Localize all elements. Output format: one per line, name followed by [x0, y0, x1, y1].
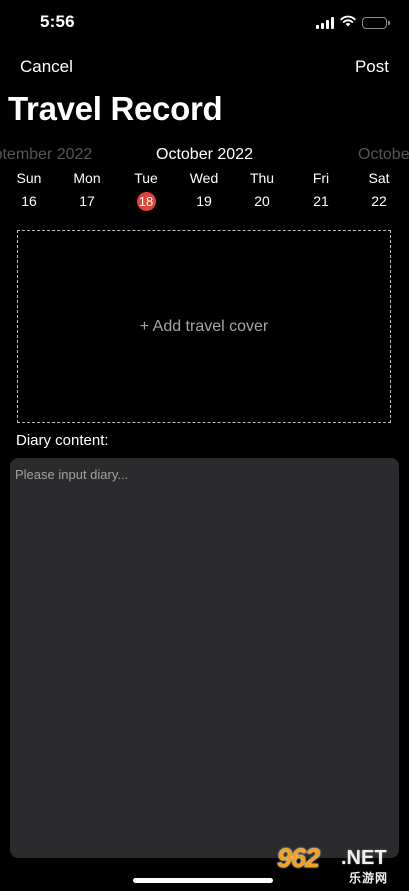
home-indicator[interactable] [133, 878, 273, 883]
wifi-icon [340, 14, 356, 32]
day-mon[interactable]: Mon 17 [62, 170, 112, 211]
day-name: Sun [16, 170, 42, 186]
site-watermark: 962 .NET 乐游网 [271, 843, 403, 887]
selected-day-number: 18 [136, 192, 156, 211]
week-row: Sun 16 Mon 17 Tue 18 Wed 19 Thu 20 Fri 2… [0, 170, 409, 214]
day-name: Wed [189, 170, 219, 186]
day-name: Sat [368, 170, 390, 186]
day-wed[interactable]: Wed 19 [179, 170, 229, 211]
month-strip[interactable]: September 2022 October 2022 October 2022 [0, 146, 409, 166]
cancel-button[interactable]: Cancel [20, 57, 73, 77]
battery-icon [362, 17, 390, 29]
watermark-number: 962 [277, 843, 320, 873]
watermark-suffix: .NET [341, 847, 387, 869]
status-time: 5:56 [40, 12, 75, 31]
diary-content-input[interactable] [10, 458, 399, 858]
day-sat[interactable]: Sat 22 [354, 170, 404, 211]
day-name: Mon [73, 170, 101, 186]
day-number: 21 [313, 193, 329, 209]
day-fri[interactable]: Fri 21 [296, 170, 346, 211]
status-icons [316, 14, 390, 32]
status-bar: 5:56 [0, 0, 409, 46]
day-name: Tue [134, 170, 158, 186]
watermark-cn-text: 乐游网 [349, 871, 389, 885]
nav-bar: Cancel Post [0, 52, 409, 82]
day-number: 20 [254, 193, 270, 209]
next-month-label[interactable]: October 2022 [358, 146, 409, 164]
day-number: 22 [371, 193, 387, 209]
day-tue[interactable]: Tue 18 [121, 170, 171, 211]
add-travel-cover-button[interactable]: + Add travel cover [17, 230, 391, 423]
day-name: Fri [312, 170, 330, 186]
page-title: Travel Record [8, 90, 223, 127]
day-number: 17 [79, 193, 95, 209]
cellular-signal-icon [316, 17, 334, 29]
day-sun[interactable]: Sun 16 [4, 170, 54, 211]
day-number: 19 [196, 193, 212, 209]
diary-content-label: Diary content: [16, 432, 109, 449]
add-travel-cover-label: + Add travel cover [139, 317, 269, 335]
day-thu[interactable]: Thu 20 [237, 170, 287, 211]
day-name: Thu [249, 170, 275, 186]
day-number: 16 [21, 193, 37, 209]
screen: 5:56 Cancel Post Travel Record September… [0, 0, 409, 891]
current-month-label: October 2022 [156, 146, 253, 163]
post-button[interactable]: Post [355, 57, 389, 77]
